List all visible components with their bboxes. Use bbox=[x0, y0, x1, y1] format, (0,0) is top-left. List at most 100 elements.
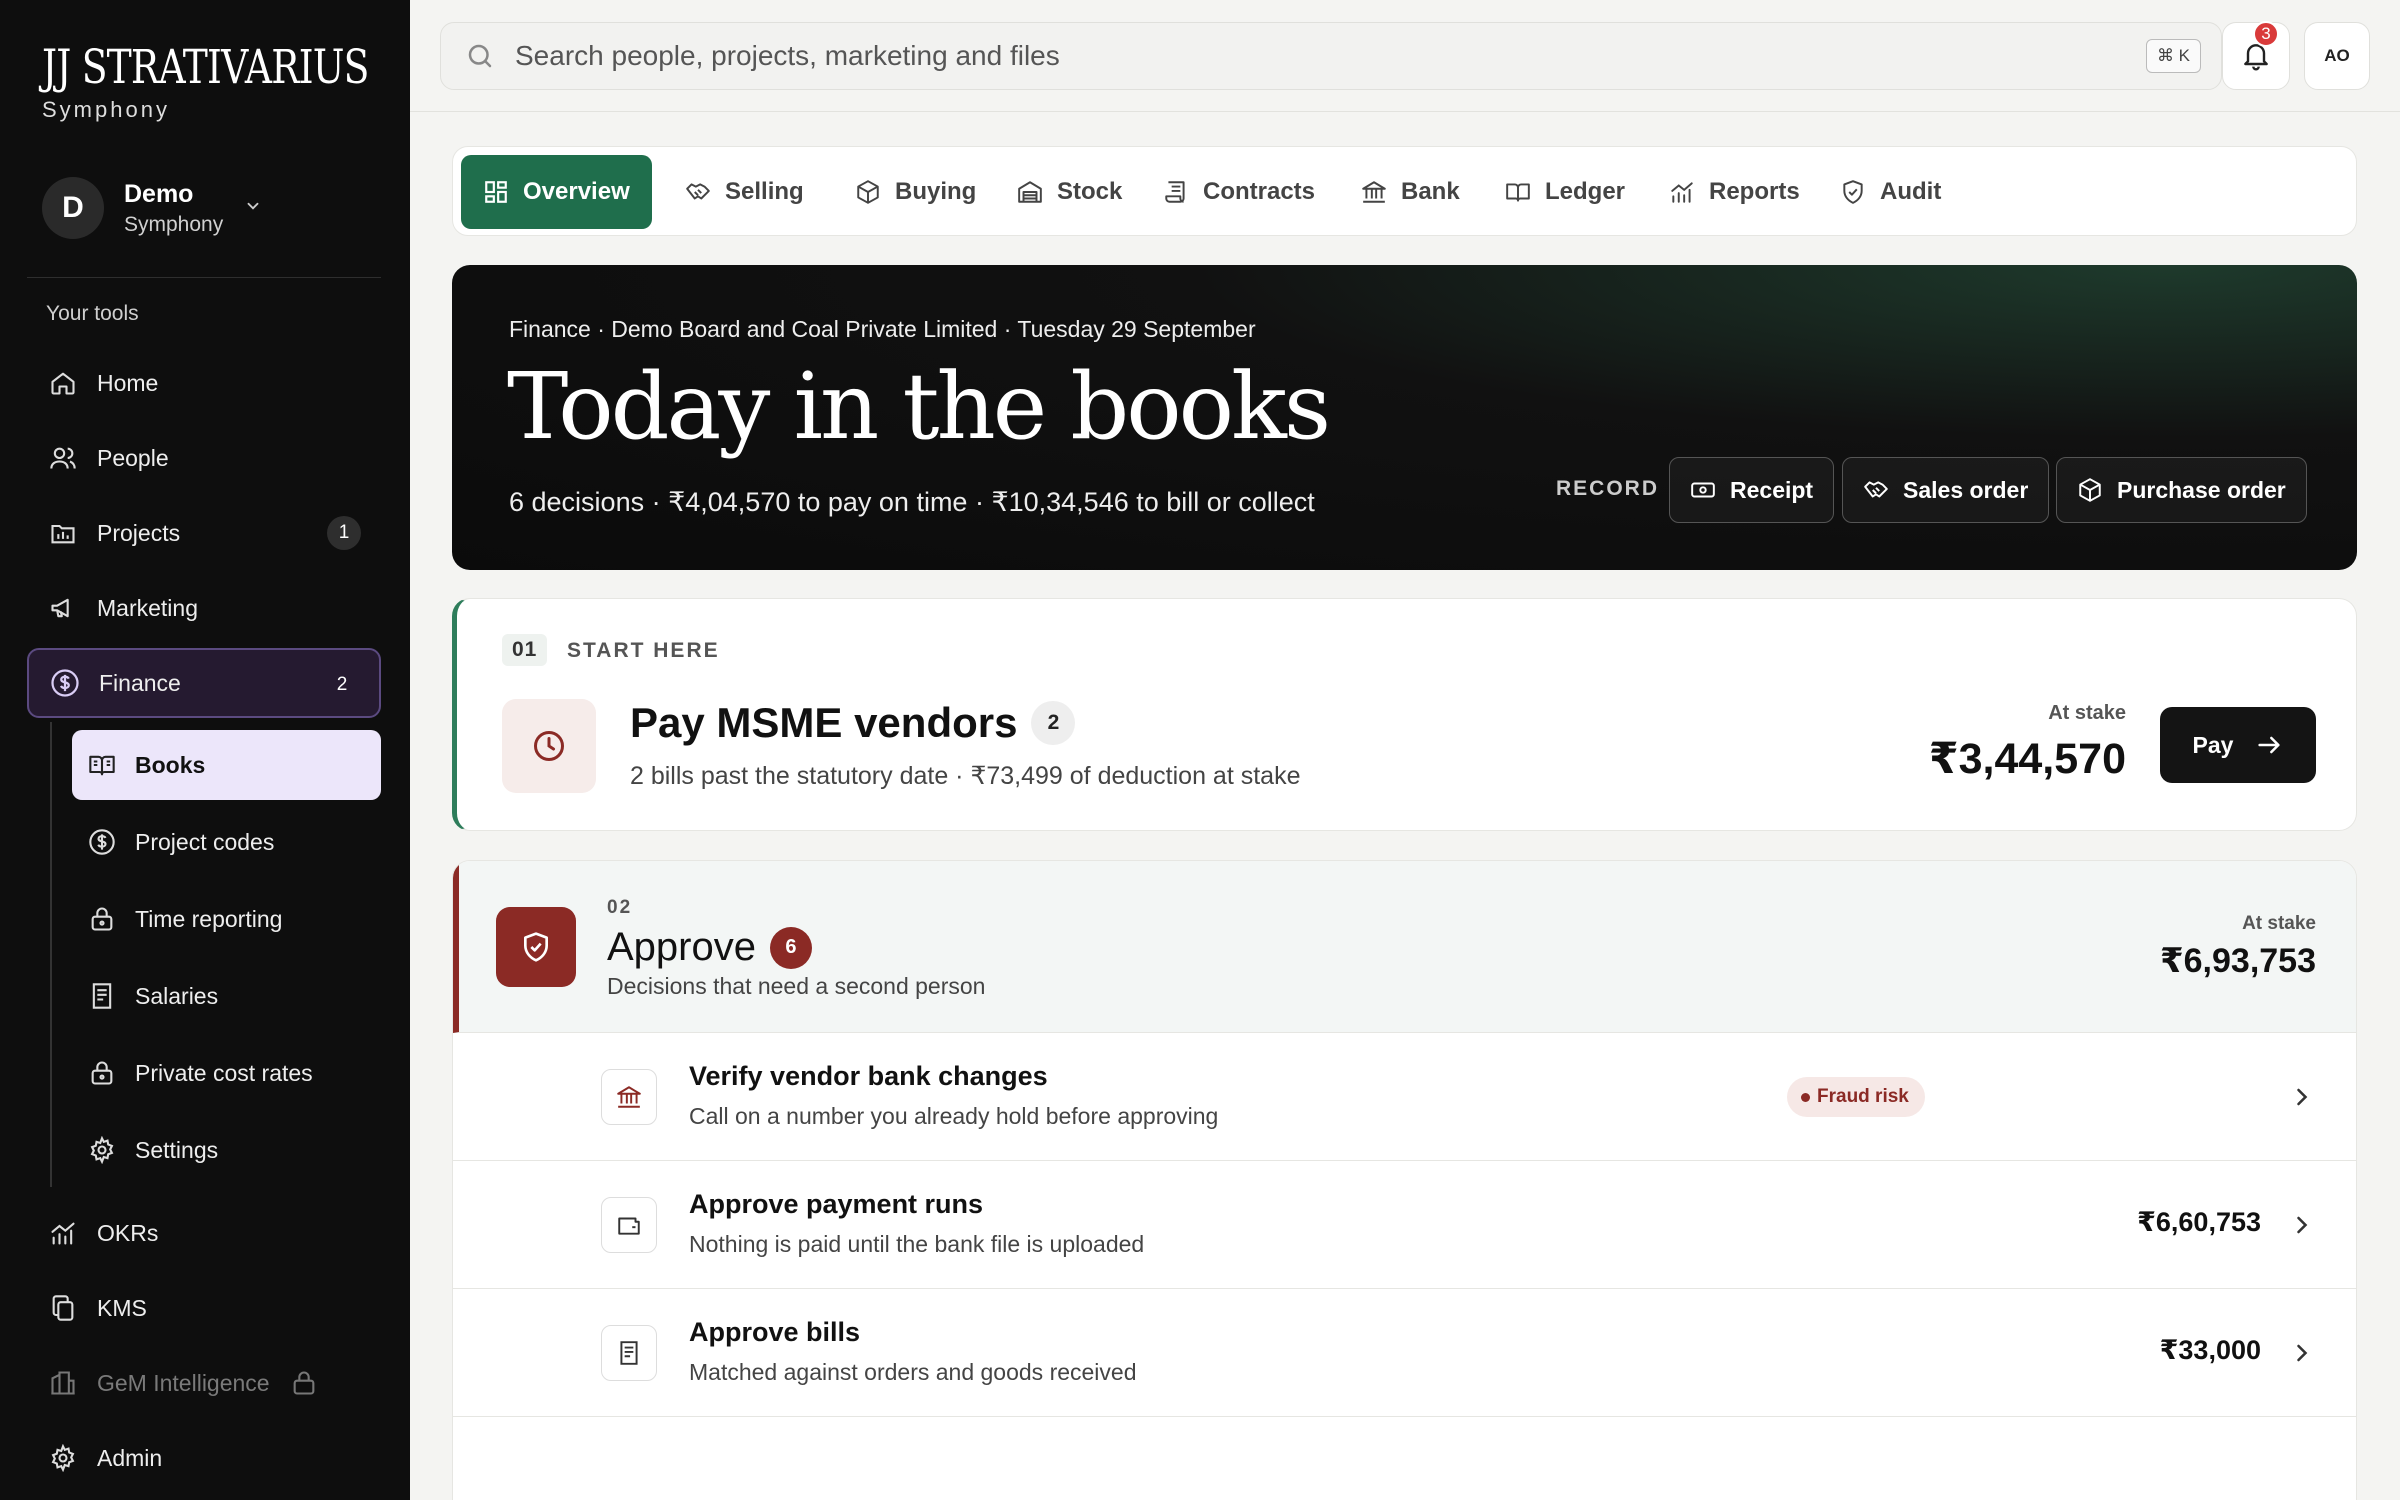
workspace-avatar: D bbox=[42, 177, 104, 239]
book-icon bbox=[1505, 179, 1531, 205]
count-badge: 2 bbox=[1031, 701, 1076, 745]
sidebar-item-kms[interactable]: KMS bbox=[27, 1273, 381, 1343]
shield-check-icon bbox=[1840, 179, 1866, 205]
tab-selling[interactable]: Selling bbox=[663, 155, 826, 229]
sidebar-item-okrs[interactable]: OKRs bbox=[27, 1198, 381, 1268]
sidebar-subitem-salaries[interactable]: Salaries bbox=[72, 961, 381, 1031]
sidebar-item-projects[interactable]: Projects 1 bbox=[27, 498, 381, 568]
tab-contracts[interactable]: Contracts bbox=[1141, 155, 1337, 229]
sidebar-item-marketing[interactable]: Marketing bbox=[27, 573, 381, 643]
row-title: Verify vendor bank changes bbox=[689, 1061, 1048, 1091]
workspace-name: Demo bbox=[124, 179, 194, 208]
brand-name: JJ STRATIVARIUS bbox=[42, 40, 369, 95]
chevron-down-icon bbox=[244, 197, 262, 215]
receipt-icon bbox=[87, 981, 117, 1011]
dollar-icon bbox=[49, 667, 81, 699]
record-receipt-button[interactable]: Receipt bbox=[1669, 457, 1835, 523]
receipt-icon bbox=[601, 1325, 657, 1381]
sidebar-subitem-time-reporting[interactable]: Time reporting bbox=[72, 884, 381, 954]
row-subtitle: Matched against orders and goods receive… bbox=[689, 1359, 1137, 1385]
search-input[interactable]: Search people, projects, marketing and f… bbox=[440, 22, 2222, 90]
pay-button[interactable]: Pay bbox=[2160, 707, 2316, 783]
tab-stock[interactable]: Stock bbox=[995, 155, 1144, 229]
tab-label: Reports bbox=[1709, 178, 1800, 205]
record-sales-order-button[interactable]: Sales order bbox=[1842, 457, 2050, 523]
brand-logo[interactable]: JJ STRATIVARIUS Symphony bbox=[42, 40, 450, 123]
count-badge: 2 bbox=[336, 674, 348, 695]
user-avatar[interactable]: AO bbox=[2304, 22, 2370, 90]
tab-buying[interactable]: Buying bbox=[833, 155, 998, 229]
sidebar-subitem-project-codes[interactable]: Project codes bbox=[72, 807, 381, 877]
tab-label: Audit bbox=[1880, 178, 1942, 205]
sidebar-subitem-private-cost-rates[interactable]: Private cost rates bbox=[72, 1038, 381, 1108]
sidebar-item-label: KMS bbox=[97, 1294, 147, 1321]
copy-icon bbox=[47, 1292, 79, 1324]
box-icon bbox=[855, 179, 881, 205]
people-icon bbox=[47, 442, 79, 474]
row-subtitle: Nothing is paid until the bank file is u… bbox=[689, 1231, 1145, 1257]
tab-label: Stock bbox=[1057, 178, 1123, 205]
section-label: Your tools bbox=[46, 302, 139, 325]
sidebar-item-finance[interactable]: Finance 2 bbox=[27, 648, 381, 718]
chevron-right-icon bbox=[2288, 1339, 2316, 1367]
building-icon bbox=[47, 1367, 79, 1399]
row-title: Approve payment runs bbox=[689, 1189, 984, 1219]
clock-icon bbox=[502, 699, 596, 793]
tab-reports[interactable]: Reports bbox=[1647, 155, 1822, 229]
tab-label: Buying bbox=[895, 178, 977, 205]
step-number: 02 bbox=[607, 897, 633, 918]
tab-overview[interactable]: Overview bbox=[461, 155, 652, 229]
bank-icon bbox=[601, 1069, 657, 1125]
approval-row[interactable]: Verify vendor bank changes Call on a num… bbox=[453, 1033, 2356, 1161]
approve-header: 02 Approve 6 Decisions that need a secon… bbox=[453, 861, 2356, 1033]
tab-label: Contracts bbox=[1203, 178, 1316, 205]
box-icon bbox=[2077, 477, 2103, 503]
row-title: Approve bills bbox=[689, 1317, 861, 1347]
chart-icon bbox=[1669, 179, 1695, 205]
sidebar-item-label: Private cost rates bbox=[135, 1059, 313, 1086]
record-purchase-order-button[interactable]: Purchase order bbox=[2056, 457, 2307, 523]
book-icon bbox=[87, 750, 117, 780]
gear-icon bbox=[47, 1442, 79, 1474]
card-title-text: Approve bbox=[607, 925, 756, 969]
topbar-divider bbox=[410, 111, 2400, 112]
sidebar-subitem-settings[interactable]: Settings bbox=[72, 1115, 381, 1185]
today-hero: Finance · Demo Board and Coal Private Li… bbox=[452, 265, 2357, 570]
sidebar-item-home[interactable]: Home bbox=[27, 348, 381, 418]
sidebar-item-admin[interactable]: Admin bbox=[27, 1423, 381, 1493]
home-icon bbox=[47, 367, 79, 399]
search-icon bbox=[465, 41, 495, 71]
arrow-right-icon bbox=[2255, 731, 2283, 759]
sidebar-item-label: Salaries bbox=[135, 982, 219, 1009]
page-title: Today in the books bbox=[507, 353, 1331, 460]
card-title: Approve 6 bbox=[607, 925, 812, 970]
workspace-switcher[interactable]: D Demo Symphony bbox=[42, 175, 259, 241]
tab-label: Ledger bbox=[1545, 178, 1626, 205]
notifications-button[interactable]: 3 bbox=[2222, 21, 2290, 90]
tab-ledger[interactable]: Ledger bbox=[1483, 155, 1647, 229]
hero-summary: 6 decisions · ₹4,04,570 to pay on time ·… bbox=[509, 487, 1315, 517]
tab-bank[interactable]: Bank bbox=[1339, 155, 1482, 229]
tab-audit[interactable]: Audit bbox=[1818, 155, 1963, 229]
record-label: RECORD bbox=[1556, 477, 1660, 500]
sidebar-item-people[interactable]: People bbox=[27, 423, 381, 493]
card-title: Pay MSME vendors 2 bbox=[630, 699, 1076, 747]
approval-row[interactable]: Approve payment runs Nothing is paid unt… bbox=[453, 1161, 2356, 1289]
sidebar-subitem-books[interactable]: Books bbox=[72, 730, 381, 800]
cash-icon bbox=[1690, 477, 1716, 503]
sidebar-item-gem-intelligence[interactable]: GeM Intelligence bbox=[27, 1348, 381, 1418]
search-shortcut: ⌘ K bbox=[2145, 39, 2201, 73]
row-amount: ₹6,60,753 bbox=[2137, 1207, 2261, 1237]
approval-row[interactable]: Approve bills Matched against orders and… bbox=[453, 1289, 2356, 1417]
tab-label: Overview bbox=[523, 178, 630, 205]
sidebar-item-label: Marketing bbox=[97, 594, 198, 621]
sidebar-item-label: Time reporting bbox=[135, 905, 283, 932]
gear-icon bbox=[87, 1135, 117, 1165]
dollar-icon bbox=[87, 827, 117, 857]
card-subtitle: Decisions that need a second person bbox=[607, 973, 986, 999]
sidebar-item-label: Projects bbox=[97, 519, 181, 546]
scroll-icon bbox=[1163, 179, 1189, 205]
sidebar-item-label: GeM Intelligence bbox=[97, 1369, 270, 1396]
wallet-icon bbox=[601, 1197, 657, 1253]
sidebar-divider bbox=[27, 277, 381, 278]
